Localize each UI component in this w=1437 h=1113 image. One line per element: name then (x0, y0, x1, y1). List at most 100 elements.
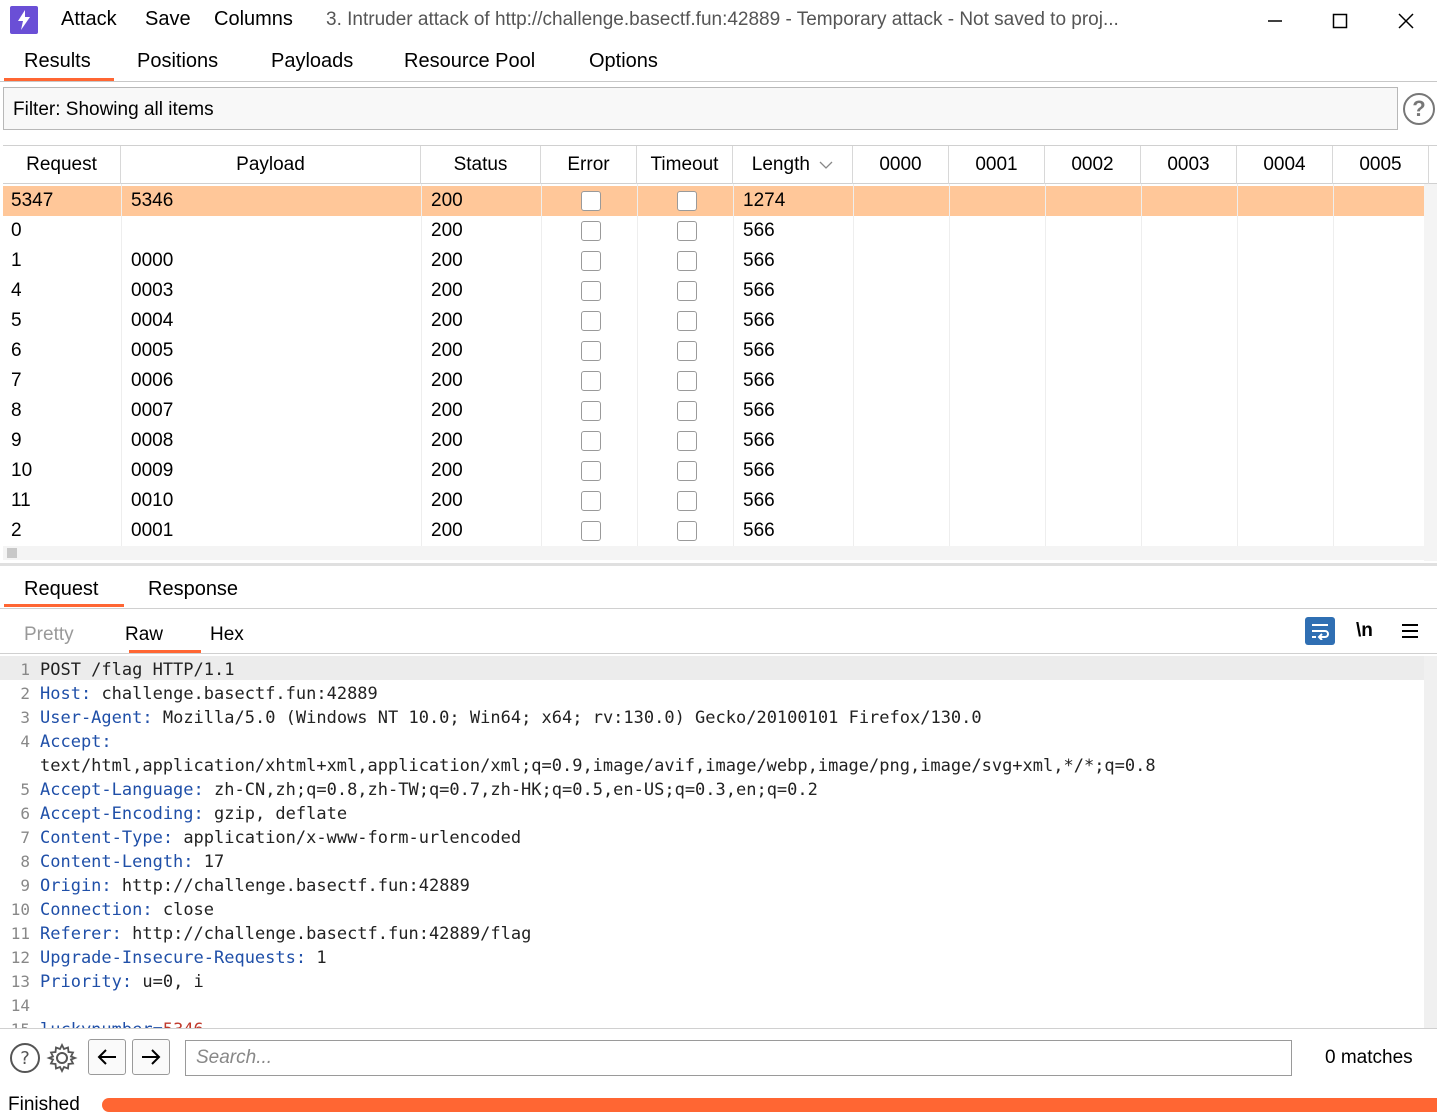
cell-payload: 0004 (131, 310, 174, 331)
cell-payload: 0001 (131, 520, 174, 541)
cell-payload: 0006 (131, 370, 174, 391)
table-row[interactable]: 4 0003 200 566 (3, 276, 1424, 306)
tab-hex[interactable]: Hex (210, 624, 244, 646)
tab-raw[interactable]: Raw (125, 624, 163, 646)
menu-attack[interactable]: Attack (61, 8, 117, 31)
code-line: Priority: u=0, i (40, 972, 204, 992)
menu-save[interactable]: Save (145, 8, 191, 31)
header-name: Upgrade-Insecure-Requests (40, 948, 296, 968)
cell-status: 200 (431, 220, 463, 241)
header-value: Mozilla/5.0 (Windows NT 10.0; Win64; x64… (152, 708, 982, 728)
table-row[interactable]: 8 0007 200 566 (3, 396, 1424, 426)
column-header-request[interactable]: Request (3, 146, 121, 184)
filter-label[interactable]: Filter: Showing all items (13, 99, 214, 121)
tab-options[interactable]: Options (589, 50, 658, 73)
code-line: Upgrade-Insecure-Requests: 1 (40, 948, 327, 968)
filter-bar[interactable]: Filter: Showing all items (3, 87, 1398, 130)
column-header-0004[interactable]: 0004 (1237, 146, 1333, 184)
column-header-0002[interactable]: 0002 (1045, 146, 1141, 184)
cell-length: 566 (743, 490, 775, 511)
scrollbar-thumb[interactable] (7, 548, 17, 558)
column-header-length-label: Length (751, 154, 810, 175)
table-row[interactable]: 1 0000 200 566 (3, 246, 1424, 276)
table-row[interactable]: 7 0006 200 566 (3, 366, 1424, 396)
cell-status: 200 (431, 310, 463, 331)
column-header-0003[interactable]: 0003 (1141, 146, 1237, 184)
status-bar: Finished (0, 1086, 1437, 1113)
close-window-button[interactable] (1386, 6, 1426, 36)
code-text: luckynumber= (40, 1020, 163, 1028)
tab-pretty[interactable]: Pretty (24, 624, 74, 646)
cell-payload: 5346 (131, 190, 174, 211)
column-header-0001[interactable]: 0001 (949, 146, 1045, 184)
line-number: 13 (10, 972, 30, 991)
burp-logo-icon (10, 6, 38, 34)
tab-request[interactable]: Request (24, 578, 99, 601)
settings-gear-icon[interactable] (44, 1040, 80, 1076)
menu-columns[interactable]: Columns (214, 8, 293, 31)
line-number: 12 (10, 948, 30, 967)
next-match-button[interactable] (132, 1039, 170, 1075)
minimize-button[interactable] (1255, 6, 1295, 36)
code-line: User-Agent: Mozilla/5.0 (Windows NT 10.0… (40, 708, 982, 728)
cell-status: 200 (431, 190, 463, 211)
table-row[interactable]: 0 200 566 (3, 216, 1424, 246)
cell-status: 200 (431, 280, 463, 301)
line-number: 2 (20, 684, 30, 703)
table-row[interactable]: 6 0005 200 566 (3, 336, 1424, 366)
editor-scrollbar[interactable] (1424, 656, 1437, 1028)
table-row[interactable]: 5347 5346 200 1274 (3, 186, 1424, 216)
line-number: 15 (0, 1018, 30, 1028)
maximize-button[interactable] (1320, 6, 1360, 36)
view-tabs: Pretty Raw Hex (0, 610, 1437, 654)
timeout-checkbox (677, 251, 697, 271)
table-row[interactable]: 5 0004 200 566 (3, 306, 1424, 336)
line-number: 1 (20, 660, 30, 679)
code-line: Origin: http://challenge.basectf.fun:428… (40, 876, 470, 896)
header-value: 17 (193, 852, 225, 872)
code-text: text/html,application/xhtml+xml,applicat… (40, 756, 1156, 776)
help-icon[interactable]: ? (1403, 93, 1435, 125)
previous-match-button[interactable] (88, 1039, 126, 1075)
cell-length: 566 (743, 430, 775, 451)
tab-resource-pool[interactable]: Resource Pool (404, 50, 535, 73)
column-header-status[interactable]: Status (421, 146, 541, 184)
column-header-payload[interactable]: Payload (121, 146, 421, 184)
column-divider (1333, 184, 1334, 546)
menu-icon[interactable] (1400, 622, 1420, 640)
help-icon[interactable]: ? (8, 1040, 42, 1076)
code-line: Referer: http://challenge.basectf.fun:42… (40, 924, 532, 944)
header-value: http://challenge.basectf.fun:42889/flag (121, 924, 532, 944)
tab-results[interactable]: Results (24, 50, 91, 73)
match-count: 0 matches (1325, 1047, 1413, 1068)
tab-positions[interactable]: Positions (137, 50, 218, 73)
request-editor[interactable]: 1 POST /flag HTTP/1.1 2 Host: challenge.bas… (0, 656, 1424, 1028)
column-header-0000[interactable]: 0000 (853, 146, 949, 184)
table-horizontal-scrollbar[interactable] (3, 546, 1424, 560)
tab-payloads[interactable]: Payloads (271, 50, 353, 73)
line-number: 5 (20, 780, 30, 799)
error-checkbox (581, 521, 601, 541)
column-header-length[interactable]: Length (733, 146, 853, 184)
table-row[interactable]: 2 0001 200 566 (3, 516, 1424, 546)
code-line: Connection: close (40, 900, 215, 920)
column-divider (1237, 184, 1238, 546)
cell-status: 200 (431, 430, 463, 451)
line-number: 9 (20, 876, 30, 895)
tab-response[interactable]: Response (148, 578, 238, 601)
search-input[interactable]: Search... (185, 1040, 1292, 1076)
word-wrap-icon[interactable] (1305, 617, 1335, 645)
table-vertical-scrollbar[interactable] (1424, 184, 1437, 561)
cell-payload: 0007 (131, 400, 174, 421)
table-row[interactable]: 9 0008 200 566 (3, 426, 1424, 456)
table-row[interactable]: 11 0010 200 566 (3, 486, 1424, 516)
detail-tabs: Request Response (0, 566, 1437, 609)
cell-length: 566 (743, 250, 775, 271)
column-divider (421, 184, 422, 546)
show-newlines-button[interactable]: \n (1356, 620, 1373, 642)
column-header-timeout[interactable]: Timeout (637, 146, 733, 184)
column-header-error[interactable]: Error (541, 146, 637, 184)
table-row[interactable]: 10 0009 200 566 (3, 456, 1424, 486)
active-tab-indicator (4, 78, 114, 81)
column-header-0005[interactable]: 0005 (1333, 146, 1429, 184)
